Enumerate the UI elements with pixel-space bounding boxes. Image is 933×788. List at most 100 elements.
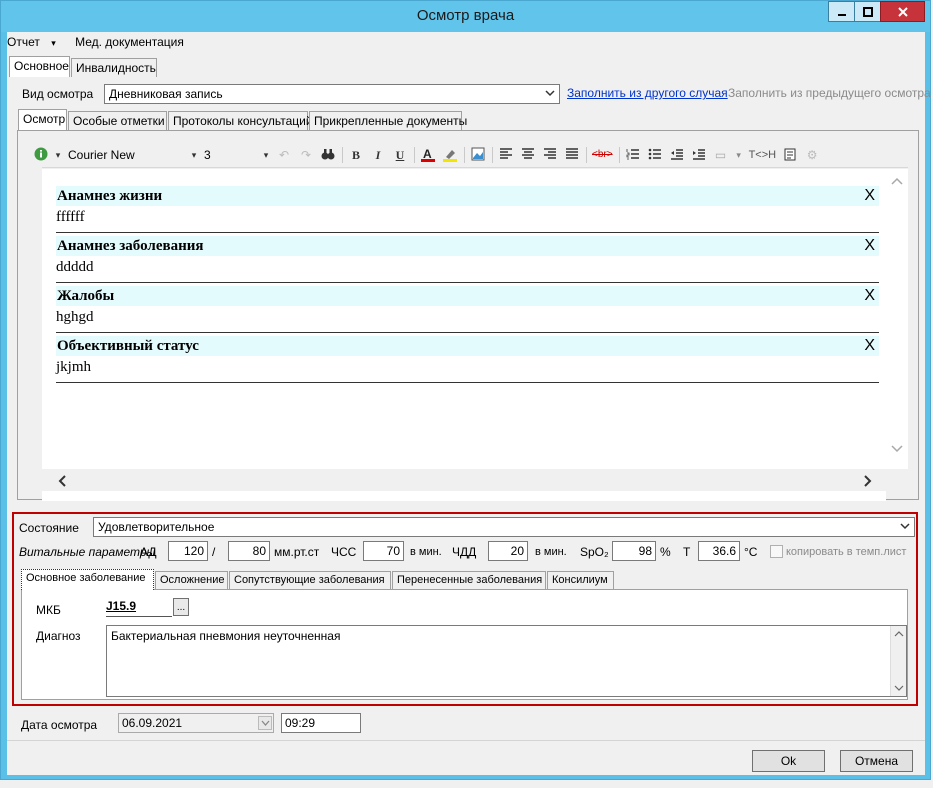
tab-past-diseases[interactable]: Перенесенные заболевания	[392, 571, 546, 590]
bullet-list-icon[interactable]	[647, 147, 663, 163]
font-size-select[interactable]: 3	[204, 148, 262, 162]
document-area[interactable]: Анамнез жизни X ffffff Анамнез заболеван…	[42, 169, 886, 501]
diagnosis-textarea[interactable]: Бактериальная пневмония неуточненная	[106, 625, 907, 697]
maximize-button[interactable]	[854, 1, 881, 22]
vitals-label: Витальные параметры	[19, 545, 156, 559]
diagnosis-scrollbar[interactable]	[890, 626, 906, 696]
insert-image-icon[interactable]	[470, 147, 486, 163]
toolbar-separator	[618, 147, 620, 163]
tab-attached-docs[interactable]: Прикрепленные документы	[309, 111, 467, 130]
mkb-code-input[interactable]: J15.9	[106, 598, 172, 617]
tab-disability[interactable]: Инвалидность	[71, 58, 157, 77]
template-icon[interactable]: ▭	[713, 147, 729, 163]
exam-date-input[interactable]: 06.09.2021	[118, 713, 274, 733]
section-divider	[56, 282, 879, 283]
template-arrow-icon[interactable]: ▾	[735, 147, 743, 163]
settings-icon[interactable]: ⚙	[804, 147, 820, 163]
fill-from-previous-link[interactable]: Заполнить из предыдущего осмотра	[728, 86, 931, 100]
scroll-right-icon[interactable]	[864, 475, 872, 487]
maximize-icon	[862, 6, 873, 17]
info-icon[interactable]	[34, 147, 48, 163]
section-remove-button[interactable]: X	[864, 287, 875, 305]
dropdown-arrow-icon[interactable]: ▾	[54, 147, 62, 163]
undo-icon[interactable]: ↶	[276, 147, 292, 163]
text-html-button[interactable]: T<>H	[749, 147, 777, 163]
bp-diastolic-input[interactable]: 80	[228, 541, 270, 561]
section-remove-button[interactable]: X	[864, 237, 875, 255]
outdent-icon[interactable]	[669, 147, 685, 163]
toolbar-separator	[342, 147, 343, 163]
tab-exam[interactable]: Осмотр	[18, 109, 67, 130]
numbered-list-icon[interactable]	[625, 147, 641, 163]
find-icon[interactable]	[320, 147, 336, 163]
menu-report[interactable]: Отчет ▾	[7, 35, 64, 49]
title-bar[interactable]: Осмотр врача	[1, 1, 930, 32]
tab-main[interactable]: Основное	[9, 56, 70, 77]
toolbar-separator	[414, 147, 415, 163]
scroll-up-icon[interactable]	[891, 177, 903, 185]
rr-input[interactable]: 20	[488, 541, 528, 561]
align-center-icon[interactable]	[520, 147, 536, 163]
tab-consultation-protocols[interactable]: Протоколы консультаций	[168, 111, 313, 130]
bold-button[interactable]: B	[348, 147, 364, 163]
copy-to-temp-sheet-checkbox[interactable]	[770, 545, 783, 558]
align-left-icon[interactable]	[498, 147, 514, 163]
exam-type-select[interactable]: Дневниковая запись	[104, 84, 560, 104]
bp-unit: мм.рт.ст	[274, 545, 320, 559]
state-select[interactable]: Удовлетворительное	[93, 517, 915, 537]
cancel-button[interactable]: Отмена	[840, 750, 913, 772]
tab-concomitant-diseases[interactable]: Сопутствующие заболевания	[229, 571, 391, 590]
scroll-up-icon[interactable]	[894, 630, 904, 638]
font-name-arrow-icon[interactable]: ▾	[190, 147, 198, 163]
align-right-icon[interactable]	[542, 147, 558, 163]
fill-from-other-link[interactable]: Заполнить из другого случая	[567, 86, 728, 100]
section-content[interactable]: hghgd	[56, 309, 879, 326]
scroll-down-icon[interactable]	[891, 445, 903, 453]
indent-icon[interactable]	[691, 147, 707, 163]
tab-main-disease[interactable]: Основное заболевание	[21, 569, 154, 590]
section-content[interactable]: ffffff	[56, 209, 879, 226]
highlight-color-icon[interactable]	[442, 147, 458, 163]
ok-button[interactable]: Ok	[752, 750, 825, 772]
exam-date-label: Дата осмотра	[21, 718, 98, 732]
tab-special-marks[interactable]: Особые отметки	[68, 111, 167, 130]
scroll-left-icon[interactable]	[58, 475, 66, 487]
underline-button[interactable]: U	[392, 147, 408, 163]
bp-systolic-input[interactable]: 120	[168, 541, 208, 561]
spo2-unit: %	[660, 545, 671, 559]
spo2-input[interactable]: 98	[612, 541, 656, 561]
exam-time-input[interactable]: 09:29	[281, 713, 361, 733]
hr-input[interactable]: 70	[363, 541, 404, 561]
exam-type-label: Вид осмотра	[22, 87, 94, 101]
font-color-icon[interactable]: A	[420, 147, 436, 163]
horizontal-scrollbar[interactable]	[42, 469, 908, 491]
section-divider	[56, 382, 879, 383]
date-picker-button[interactable]	[258, 716, 272, 730]
redo-icon[interactable]: ↷	[298, 147, 314, 163]
spo2-label: SpO₂	[580, 545, 609, 559]
font-name-select[interactable]: Courier New	[68, 148, 190, 162]
close-button[interactable]	[880, 1, 925, 22]
minimize-icon	[837, 13, 846, 16]
vertical-scrollbar[interactable]	[886, 169, 908, 469]
remove-br-button[interactable]: <br>	[592, 147, 613, 163]
section-title: Жалобы	[57, 288, 115, 304]
temp-input[interactable]: 36.6	[698, 541, 740, 561]
section-divider	[56, 332, 879, 333]
mkb-browse-button[interactable]: ...	[173, 598, 189, 616]
tab-consilium[interactable]: Консилиум	[547, 571, 614, 590]
font-size-arrow-icon[interactable]: ▾	[262, 147, 270, 163]
minimize-button[interactable]	[828, 1, 855, 22]
menu-med-docs[interactable]: Мед. документация	[75, 35, 184, 49]
paste-icon[interactable]	[782, 147, 798, 163]
section-remove-button[interactable]: X	[864, 337, 875, 355]
section-content[interactable]: jkjmh	[56, 359, 879, 376]
section-remove-button[interactable]: X	[864, 187, 875, 205]
align-justify-icon[interactable]	[564, 147, 580, 163]
section-content[interactable]: ddddd	[56, 259, 879, 276]
hr-unit: в мин.	[410, 546, 442, 558]
italic-button[interactable]: I	[370, 147, 386, 163]
scroll-down-icon[interactable]	[894, 684, 904, 692]
footer-divider	[7, 740, 925, 741]
tab-complication[interactable]: Осложнение	[155, 571, 228, 590]
